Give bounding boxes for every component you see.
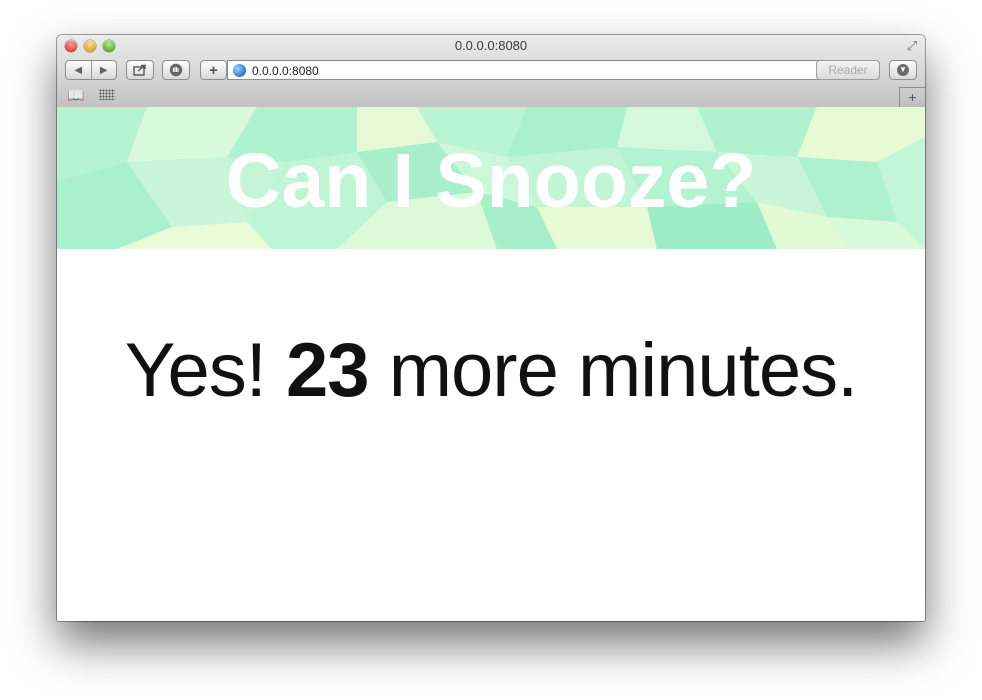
page-title: Can I Snooze?	[225, 138, 757, 224]
back-button[interactable]: ◀	[66, 65, 91, 76]
url-text[interactable]: 0.0.0.0:8080	[252, 64, 319, 78]
grid-icon[interactable]	[99, 89, 115, 100]
browser-toolbar: 0.0.0.0:8080 ⤢ ◀ ▶ + 0.0.0.0:8080 ↻ Read	[57, 35, 925, 108]
chevron-right-icon: ▶	[99, 64, 108, 76]
book-icon[interactable]: 📖	[67, 87, 84, 104]
share-icon	[133, 64, 146, 76]
share-button[interactable]	[126, 60, 154, 80]
globe-icon	[233, 64, 246, 77]
snooze-answer: Yes! 23 more minutes.	[57, 327, 925, 414]
answer-prefix: Yes!	[124, 328, 267, 413]
minutes-count: 23	[286, 328, 370, 413]
hand-icon	[169, 63, 183, 77]
address-bar[interactable]: 0.0.0.0:8080 ↻	[227, 60, 880, 80]
hand-button[interactable]	[162, 60, 190, 80]
chevron-left-icon: ◀	[74, 64, 83, 76]
download-icon: ▼	[897, 64, 909, 76]
window-title: 0.0.0.0:8080	[454, 38, 528, 53]
reader-button[interactable]: Reader	[816, 60, 880, 80]
add-bookmark-button[interactable]: +	[200, 60, 227, 80]
download-button[interactable]: ▼	[889, 60, 917, 80]
new-tab-button[interactable]: +	[899, 87, 925, 107]
browser-window: 0.0.0.0:8080 ⤢ ◀ ▶ + 0.0.0.0:8080 ↻ Read	[57, 35, 925, 621]
fullscreen-icon[interactable]: ⤢	[904, 38, 920, 54]
answer-suffix: more minutes.	[388, 328, 858, 413]
bookmarks-bar: 📖	[57, 84, 925, 106]
page-content: Can I Snooze? Yes! 23 more minutes.	[57, 107, 925, 621]
back-forward-buttons: ◀ ▶	[65, 60, 117, 80]
forward-button[interactable]: ▶	[92, 65, 117, 76]
hero-banner: Can I Snooze?	[57, 107, 925, 249]
